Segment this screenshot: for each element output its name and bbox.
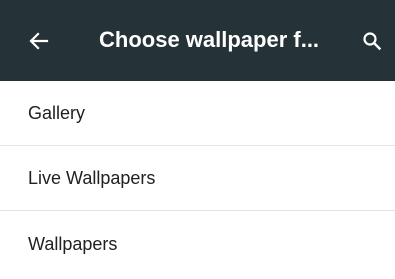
list-item-live-wallpapers[interactable]: Live Wallpapers xyxy=(0,146,395,211)
wallpaper-chooser-screen: Choose wallpaper f... Gallery Live Wallp… xyxy=(0,0,395,279)
back-button[interactable] xyxy=(24,26,54,56)
wallpaper-source-list: Gallery Live Wallpapers Wallpapers xyxy=(0,81,395,276)
list-item-label: Gallery xyxy=(28,103,86,123)
list-item-wallpapers[interactable]: Wallpapers xyxy=(0,211,395,276)
list-item-label: Live Wallpapers xyxy=(28,168,156,188)
search-icon xyxy=(363,32,382,51)
list-item-gallery[interactable]: Gallery xyxy=(0,81,395,146)
search-button[interactable] xyxy=(358,27,386,55)
app-bar: Choose wallpaper f... xyxy=(0,0,395,81)
arrow-left-icon xyxy=(29,32,49,50)
list-item-label: Wallpapers xyxy=(28,233,118,254)
page-title: Choose wallpaper f... xyxy=(99,27,320,52)
